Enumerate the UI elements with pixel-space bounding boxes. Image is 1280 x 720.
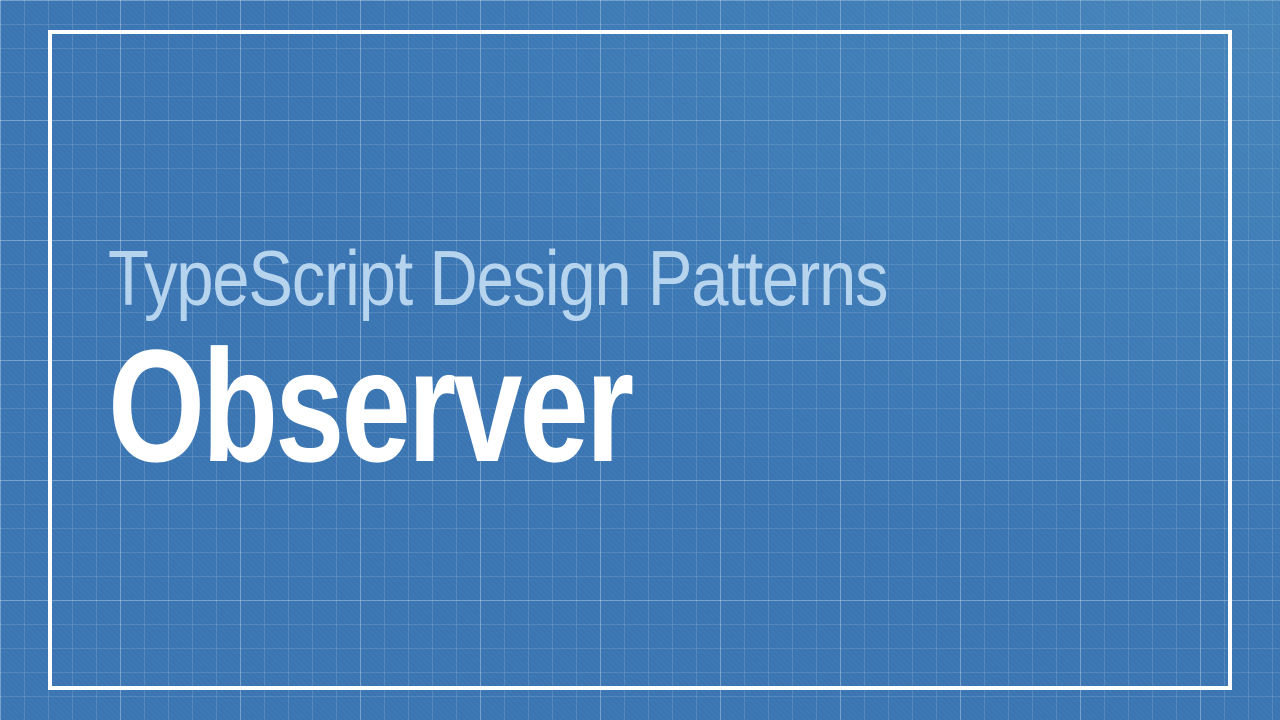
slide-subtitle: TypeScript Design Patterns <box>108 238 1023 320</box>
slide-frame: TypeScript Design Patterns Observer <box>48 30 1232 690</box>
slide-title: Observer <box>108 330 938 482</box>
